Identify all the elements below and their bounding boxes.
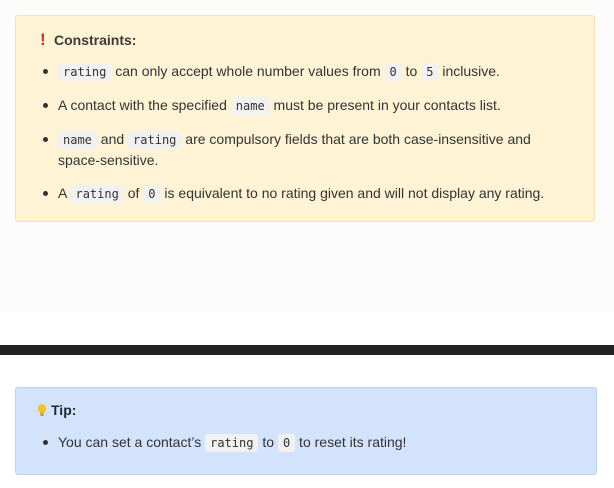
tip-item: You can set a contact’s rating to 0 to r… xyxy=(42,432,582,453)
text-run: to reset its rating! xyxy=(295,434,407,450)
text-run: to xyxy=(401,63,422,79)
tip-header: Tip: xyxy=(37,401,77,418)
text-run: must be present in your contacts list. xyxy=(269,97,501,113)
text-run: is equivalent to no rating given and wil… xyxy=(160,185,545,201)
inline-code: 0 xyxy=(384,63,402,81)
constraint-item: A rating of 0 is equivalent to no rating… xyxy=(42,183,567,204)
tip-list: You can set a contact’s rating to 0 to r… xyxy=(42,432,582,453)
exclamation-icon: ! xyxy=(40,30,46,49)
tip-title: Tip: xyxy=(51,402,77,418)
inline-code: 0 xyxy=(277,434,296,452)
constraint-item: rating can only accept whole number valu… xyxy=(42,61,567,82)
inline-code: name xyxy=(230,97,270,115)
text-run: can only accept whole number values from xyxy=(111,63,385,79)
text-run: You can set a contact’s xyxy=(58,434,206,450)
text-run: inclusive. xyxy=(438,63,500,79)
text-run: and xyxy=(96,131,129,147)
inline-code: 0 xyxy=(143,185,161,203)
constraints-header: ! Constraints: xyxy=(40,30,136,50)
lightbulb-icon xyxy=(35,403,49,417)
constraint-item: name and rating are compulsory fields th… xyxy=(42,129,567,170)
constraint-item: A contact with the specified name must b… xyxy=(42,95,567,116)
inline-code: name xyxy=(58,131,97,149)
constraints-list: rating can only accept whole number valu… xyxy=(42,61,567,217)
constraints-callout: ! Constraints: rating can only accept who… xyxy=(15,15,595,222)
section-divider xyxy=(0,345,614,355)
text-run: A xyxy=(58,185,71,201)
inline-code: rating xyxy=(58,63,112,81)
text-run: A contact with the specified xyxy=(58,97,231,113)
tip-callout: Tip: You can set a contact’s rating to 0… xyxy=(15,387,597,475)
inline-code: 5 xyxy=(421,63,439,81)
text-run: of xyxy=(123,185,144,201)
constraints-title: Constraints: xyxy=(54,32,137,48)
inline-code: rating xyxy=(128,131,182,149)
inline-code: rating xyxy=(70,185,124,203)
text-run: to xyxy=(258,434,278,450)
inline-code: rating xyxy=(205,434,259,452)
